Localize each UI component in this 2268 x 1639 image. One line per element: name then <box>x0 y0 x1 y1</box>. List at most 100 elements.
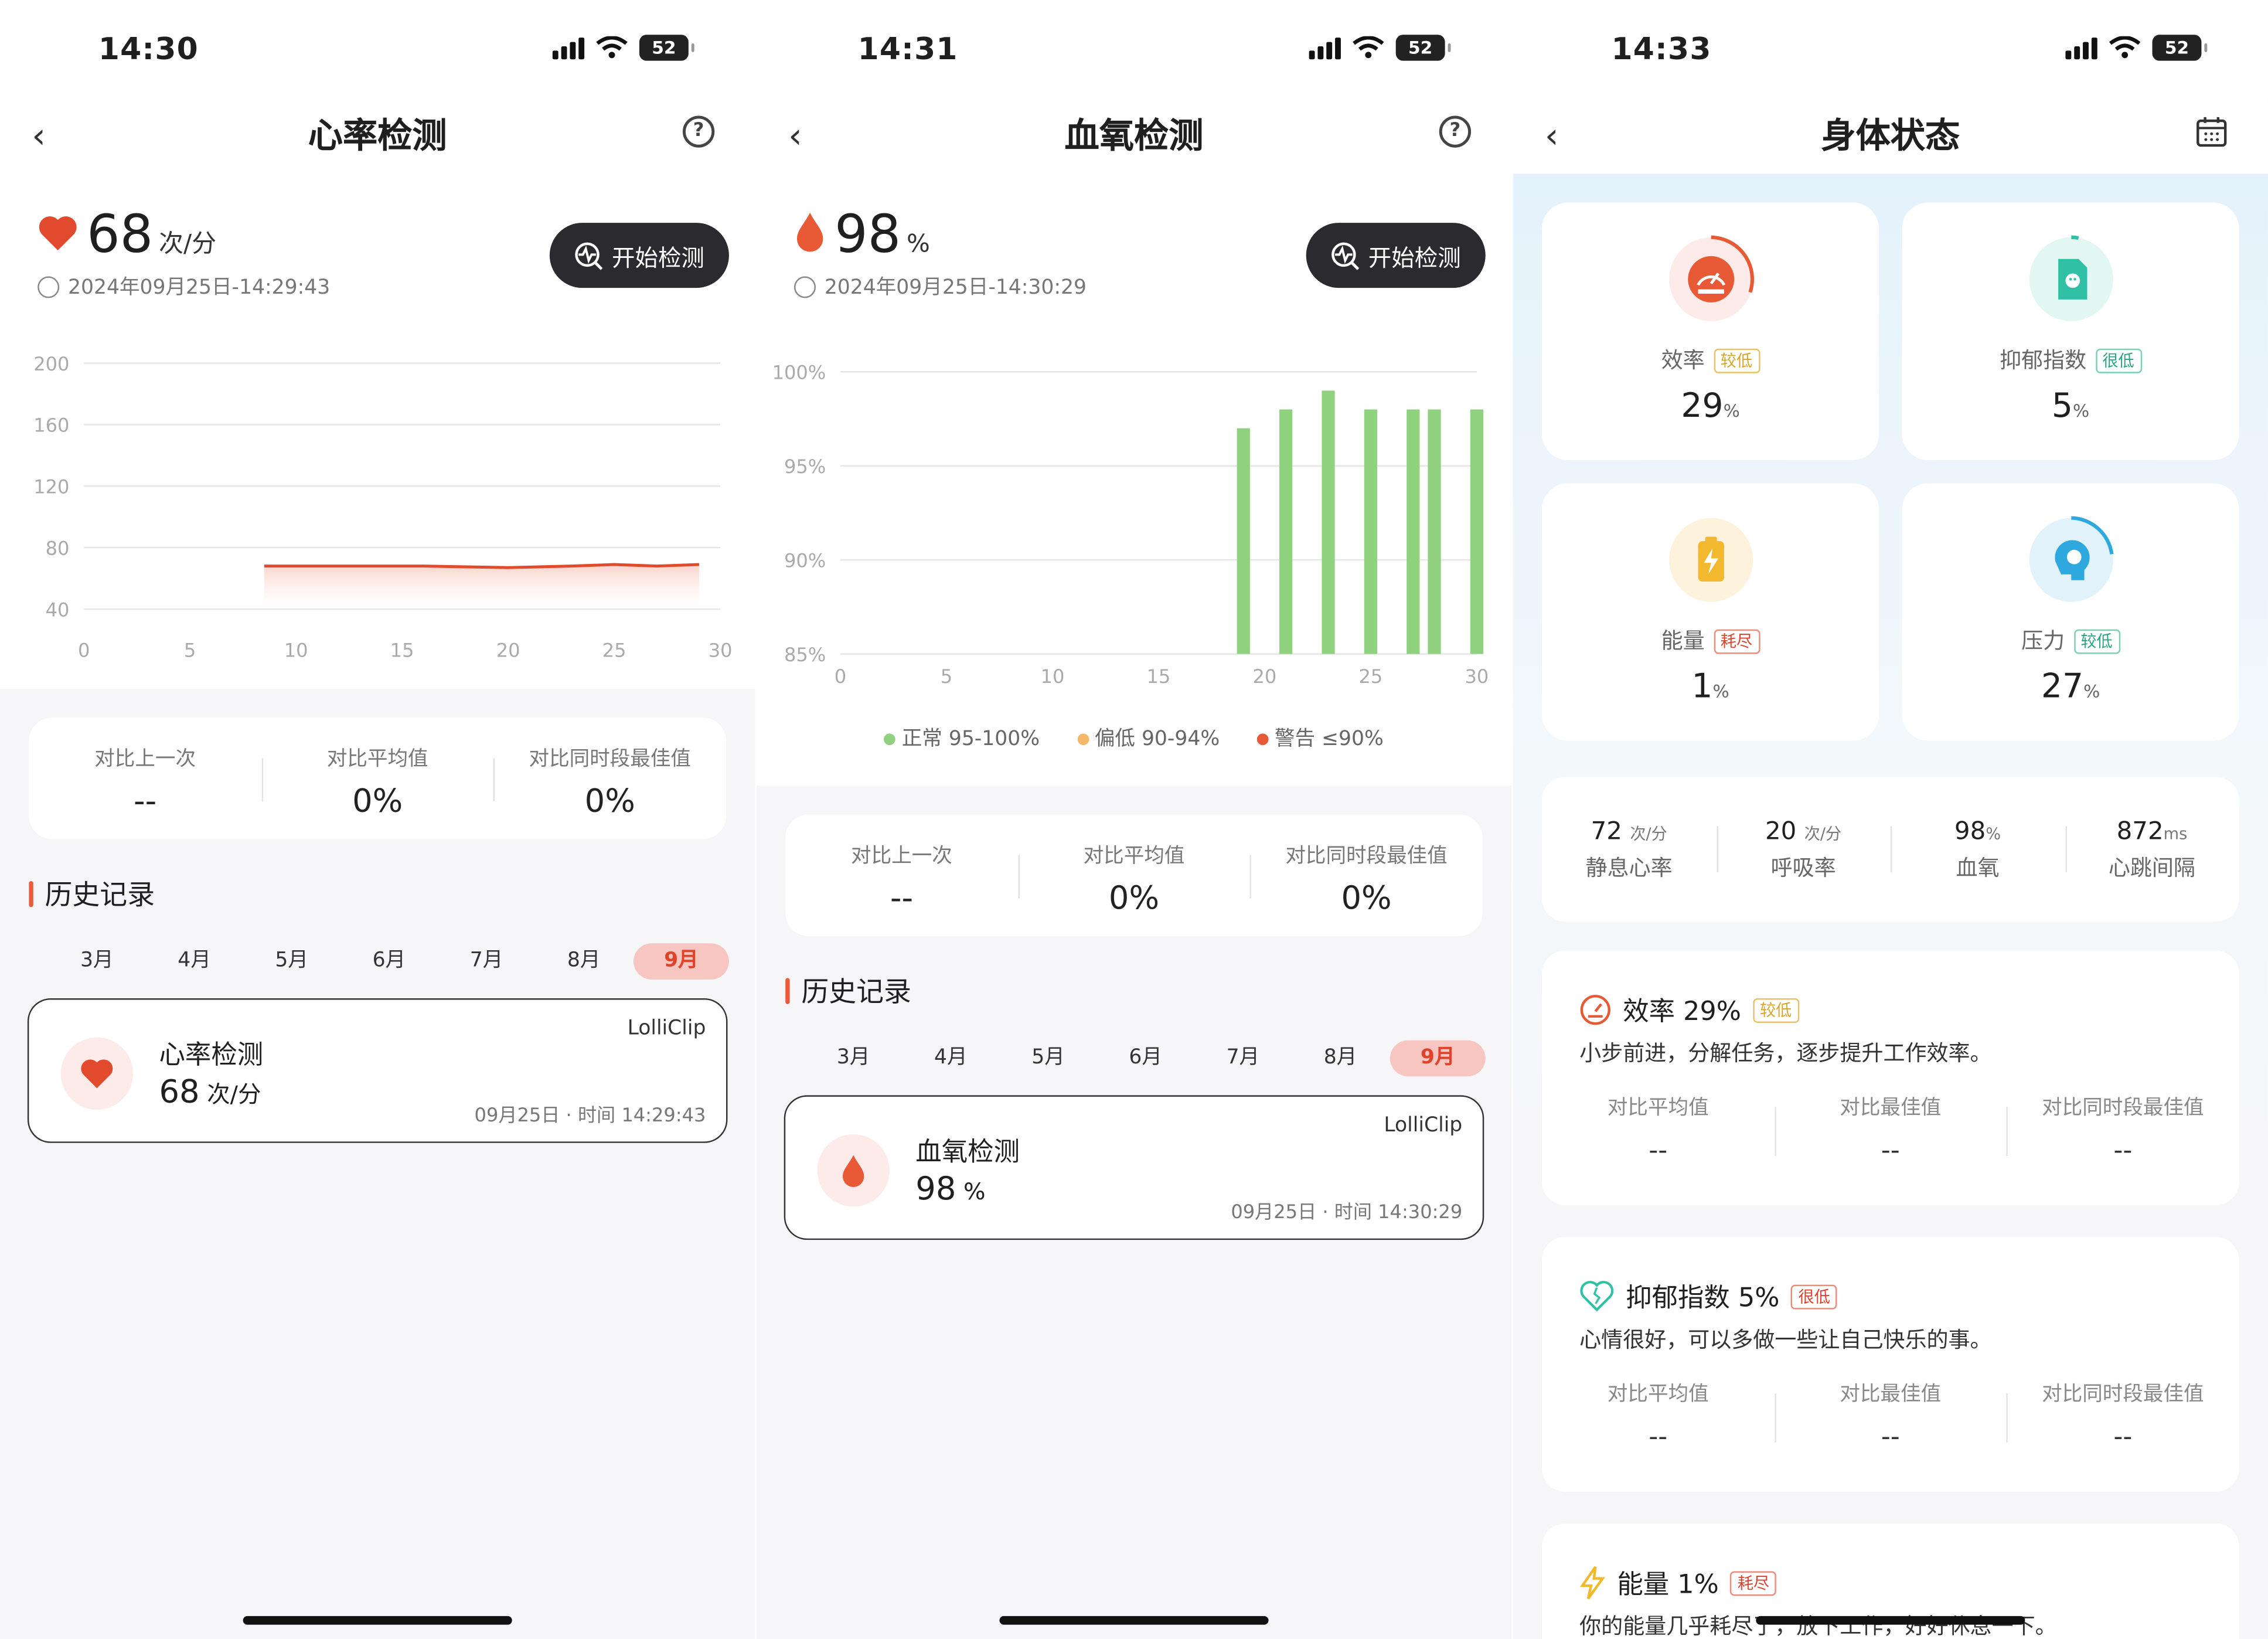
measurement-card: 98 % 2024年09月25日-14:30:29 开始检测 100% 95% 90… <box>756 174 1512 786</box>
chart-legend: 正常 95-100% 偏低 90-94% 警告 ≤90% <box>757 723 1511 752</box>
broken-heart-icon <box>1580 1281 1614 1312</box>
tab-month[interactable]: 4月 <box>147 943 242 980</box>
legend-warning: 警告 ≤90% <box>1274 727 1384 751</box>
calendar-icon[interactable] <box>2196 115 2228 147</box>
energy-tile[interactable]: 能量 耗尽 1% <box>1541 483 1879 741</box>
tab-month[interactable]: 8月 <box>1293 1040 1388 1077</box>
x-tick-label: 10 <box>284 640 308 662</box>
vital-value: 20 <box>1765 817 1797 846</box>
tab-month-active[interactable]: 9月 <box>1390 1040 1486 1077</box>
wifi-icon <box>2109 36 2141 59</box>
efficiency-detail-card[interactable]: 效率 29% 较低 小步前进，分解任务，逐步提升工作效率。 对比平均值 -- 对比… <box>1541 950 2239 1205</box>
x-tick-label: 10 <box>1041 665 1065 688</box>
x-tick-label: 25 <box>1359 665 1383 688</box>
mood-doc-icon <box>2029 235 2113 321</box>
lightning-icon <box>1579 1566 1605 1600</box>
vital-label: 血氧 <box>1956 855 2000 882</box>
nav-bar: ‹ 血氧检测 ? <box>756 101 1512 174</box>
detail-description: 小步前进，分解任务，逐步提升工作效率。 <box>1579 1040 1992 1066</box>
tile-unit: % <box>2083 681 2100 702</box>
wifi-icon <box>596 36 628 59</box>
nav-bar: ‹ 身体状态 <box>1513 101 2268 174</box>
record-time: 09月25日 · 时间 14:29:43 <box>474 1105 706 1127</box>
spo2-chart: 100% 95% 90% 85% 0 5 10 15 20 25 30 <box>772 362 1489 688</box>
help-icon[interactable]: ? <box>1439 115 1472 148</box>
x-tick-label: 30 <box>1465 665 1489 688</box>
tab-month-active[interactable]: 9月 <box>633 943 729 980</box>
history-title: 历史记录 <box>785 971 911 1010</box>
help-icon[interactable]: ? <box>682 115 715 148</box>
legend-low: 偏低 90-94% <box>1094 727 1220 751</box>
x-tick-label: 15 <box>390 640 414 662</box>
history-record[interactable]: 血氧检测 98 % LolliClip 09月25日 · 时间 14:30:29 <box>784 1095 1484 1240</box>
month-tabs: 3月 4月 5月 6月 7月 8月 9月 <box>49 943 729 980</box>
record-name: 血氧检测 <box>915 1137 1020 1168</box>
detail-description: 心情很好，可以多做一些让自己快乐的事。 <box>1579 1327 1992 1353</box>
home-indicator <box>999 1616 1269 1625</box>
tab-month[interactable]: 5月 <box>244 943 339 980</box>
battery-icon: 52 <box>1395 35 1451 61</box>
home-indicator <box>243 1616 512 1625</box>
tab-month[interactable]: 3月 <box>49 943 145 980</box>
tile-label: 效率 <box>1661 347 1705 373</box>
compare-card: 对比上一次 -- 对比平均值 0% 对比同时段最佳值 0% <box>785 814 1483 936</box>
record-name: 心率检测 <box>159 1040 264 1071</box>
tab-month[interactable]: 4月 <box>903 1040 999 1077</box>
tile-unit: % <box>2073 400 2090 421</box>
status-time: 14:31 <box>857 32 958 67</box>
tab-month[interactable]: 3月 <box>806 1040 901 1077</box>
x-tick-label: 5 <box>941 665 952 688</box>
compare-card: 对比上一次 -- 对比平均值 0% 对比同时段最佳值 0% <box>29 718 726 839</box>
stress-tile[interactable]: 压力 较低 27% <box>1902 483 2239 741</box>
bar <box>1470 409 1484 654</box>
record-time: 09月25日 · 时间 14:30:29 <box>1231 1202 1463 1225</box>
bar <box>1364 409 1378 654</box>
history-title: 历史记录 <box>29 874 155 913</box>
tab-month[interactable]: 7月 <box>1195 1040 1290 1077</box>
heart-rate-chart: 200 160 120 80 40 0 5 10 15 20 25 30 <box>33 353 732 662</box>
body-status-screen: 14:33 52 ‹ 身体状态 效率 较低 29% 抑郁指数 很低 5% 能量 耗尽 <box>1513 0 2268 1639</box>
status-bar: 14:33 52 <box>1513 0 2268 101</box>
bar <box>1237 428 1250 654</box>
tab-month[interactable]: 6月 <box>341 943 437 980</box>
series-area <box>264 565 699 610</box>
status-badge: 很低 <box>2095 348 2142 373</box>
y-tick-label: 160 <box>33 414 69 437</box>
tab-month[interactable]: 8月 <box>536 943 632 980</box>
tile-label: 压力 <box>2021 628 2065 654</box>
vital-value: 98 <box>1954 817 1986 846</box>
detail-title: 抑郁指数 5% <box>1626 1283 1780 1314</box>
record-unit: 次/分 <box>207 1080 261 1108</box>
x-tick-label: 0 <box>78 640 90 662</box>
tile-value: 29 <box>1681 387 1724 426</box>
detail-title: 能量 1% <box>1617 1569 1719 1600</box>
tile-unit: % <box>1723 400 1740 421</box>
x-tick-label: 5 <box>184 640 196 662</box>
tab-month[interactable]: 7月 <box>439 943 534 980</box>
vital-label: 静息心率 <box>1585 855 1673 882</box>
tab-month[interactable]: 6月 <box>1098 1040 1193 1077</box>
record-source: LolliClip <box>627 1017 706 1040</box>
y-tick-label: 40 <box>46 599 70 621</box>
efficiency-tile[interactable]: 效率 较低 29% <box>1541 202 1879 460</box>
page-title: 心率检测 <box>308 115 447 157</box>
bar <box>1322 390 1335 654</box>
vitals-card: 72 次/分 静息心率 20 次/分 呼吸率 98% 血氧 872ms 心跳间隔 <box>1541 777 2239 922</box>
depression-tile[interactable]: 抑郁指数 很低 5% <box>1902 202 2239 460</box>
y-tick-label: 100% <box>772 362 826 384</box>
status-badge: 较低 <box>1713 348 1760 373</box>
legend-normal: 正常 95-100% <box>901 727 1040 751</box>
gauge-icon <box>1669 235 1755 321</box>
y-tick-label: 95% <box>784 455 826 478</box>
heart-icon <box>81 1059 113 1089</box>
history-record[interactable]: 心率检测 68 次/分 LolliClip 09月25日 · 时间 14:29:… <box>27 998 728 1143</box>
vital-unit: 次/分 <box>1804 824 1842 844</box>
tab-month[interactable]: 5月 <box>1000 1040 1096 1077</box>
legend-dot <box>1077 733 1089 746</box>
blood-drop-icon <box>843 1155 864 1187</box>
y-tick-label: 90% <box>784 549 826 572</box>
record-value: 98 <box>915 1172 956 1208</box>
tile-value: 27 <box>2041 668 2084 706</box>
depression-detail-card[interactable]: 抑郁指数 5% 很低 心情很好，可以多做一些让自己快乐的事。 对比平均值 -- 对… <box>1541 1237 2239 1492</box>
x-tick-label: 20 <box>496 640 520 662</box>
